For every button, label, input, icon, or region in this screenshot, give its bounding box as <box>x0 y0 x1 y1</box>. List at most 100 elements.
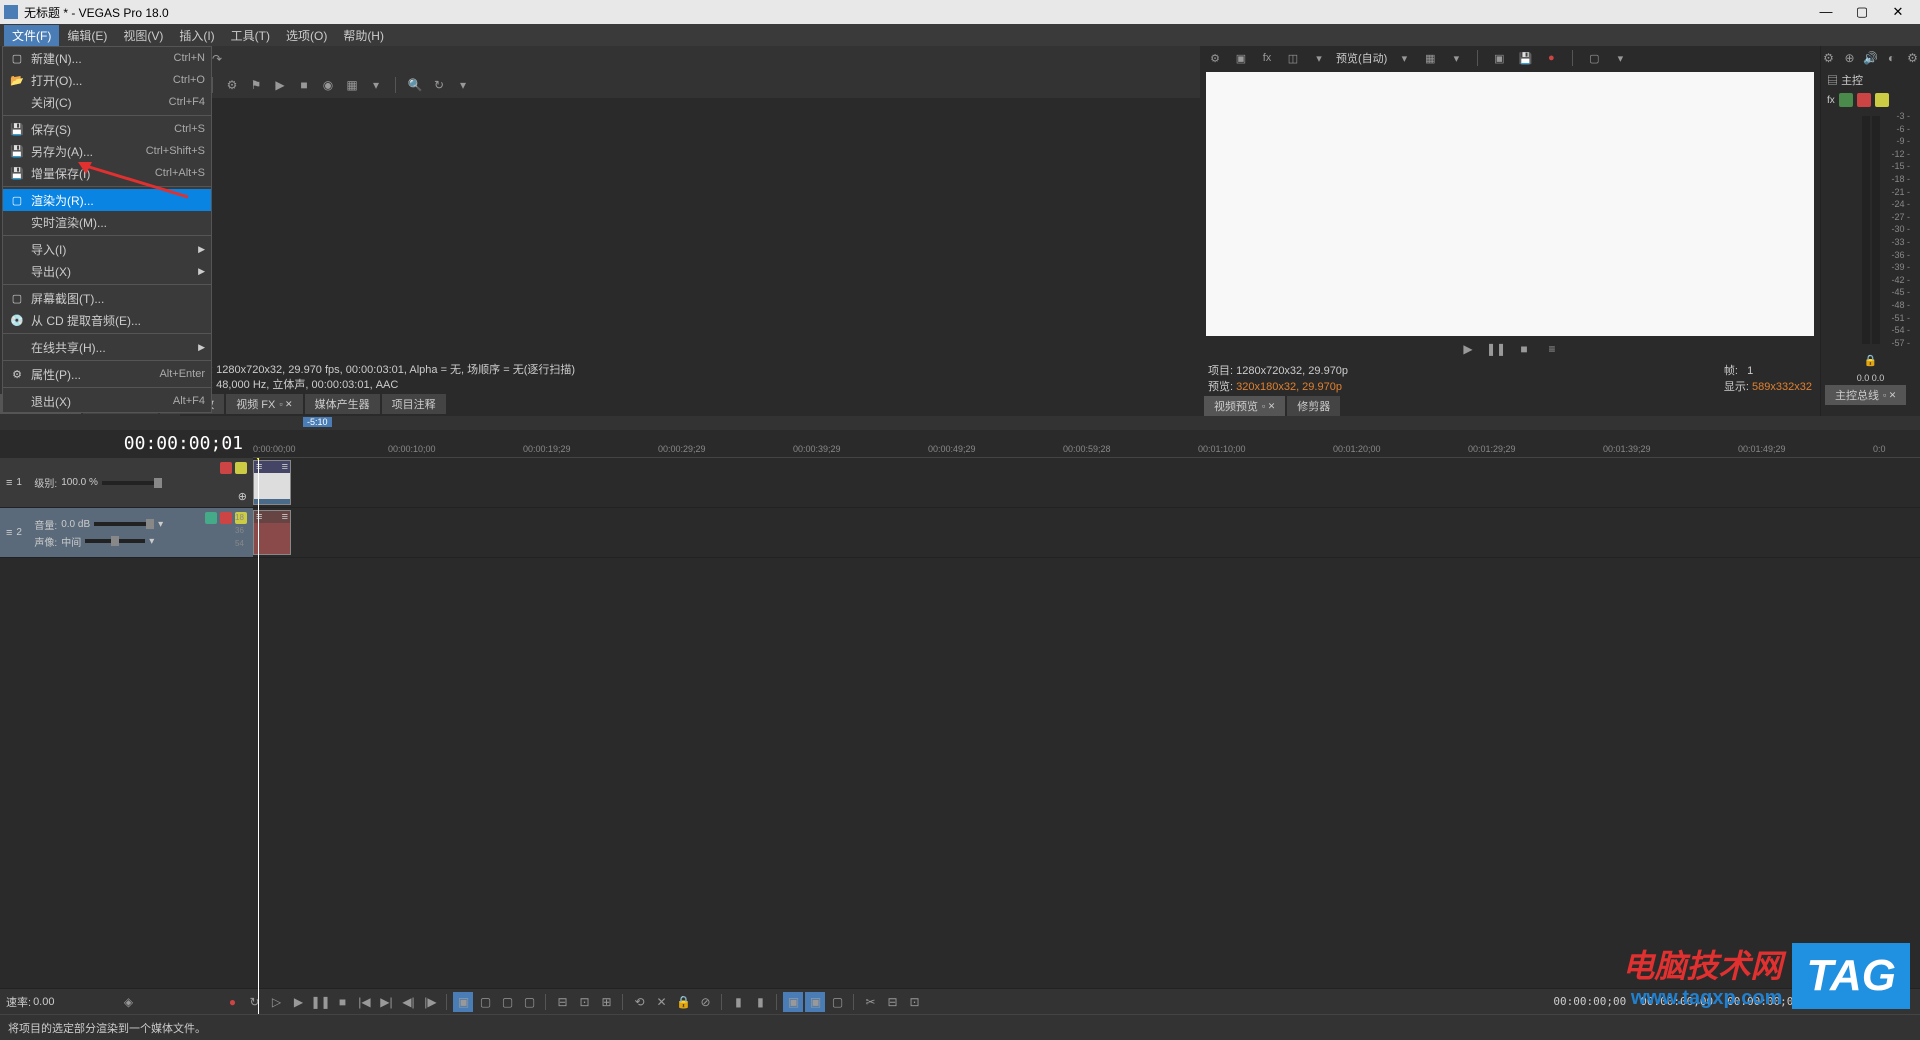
maximize-button[interactable]: ▢ <box>1854 4 1870 20</box>
tab-video-fx[interactable]: 视频 FX ▫ ✕ <box>226 394 302 414</box>
snap3-icon[interactable]: ⊞ <box>596 992 616 1012</box>
preview-pause-icon[interactable]: ❚❚ <box>1487 340 1505 358</box>
preview-overlay-icon[interactable]: ▢ <box>1585 49 1603 67</box>
mode3-icon[interactable]: ▢ <box>827 992 847 1012</box>
snap-icon[interactable]: ⊟ <box>552 992 572 1012</box>
track-fx-icon[interactable]: ⊕ <box>238 490 247 503</box>
menu-item[interactable]: ▢新建(N)...Ctrl+N <box>3 47 211 69</box>
preview-fx-icon[interactable]: fx <box>1258 49 1276 67</box>
tab-master-bus[interactable]: 主控总线 ▫ ✕ <box>1825 385 1906 405</box>
preview-record-icon[interactable]: ● <box>1542 49 1560 67</box>
preview-copy-icon[interactable]: ▣ <box>1490 49 1508 67</box>
rate-center-icon[interactable]: ◈ <box>118 992 138 1012</box>
timeline-ruler[interactable]: 0:00:00;0000:00:10;0000:00:19;2900:00:29… <box>253 430 1920 458</box>
dropdown-icon[interactable]: ▾ <box>367 76 385 94</box>
play-icon[interactable]: ▶ <box>288 992 308 1012</box>
track-menu-icon[interactable]: ≡ <box>6 527 12 539</box>
master-settings-icon[interactable]: ⚙ <box>1905 49 1920 67</box>
gear-icon[interactable]: ⚙ <box>223 76 241 94</box>
track-fx-icon[interactable] <box>205 512 217 524</box>
tc-in[interactable]: 00:00:00;00 <box>1547 995 1632 1008</box>
play-start-icon[interactable]: ▷ <box>266 992 286 1012</box>
tool-envelope-icon[interactable]: ▢ <box>475 992 495 1012</box>
menu-options[interactable]: 选项(O) <box>278 25 335 46</box>
menu-item[interactable]: 导出(X)▶ <box>3 260 211 282</box>
master-gear-icon[interactable]: ⚙ <box>1821 49 1836 67</box>
menu-item[interactable]: 关闭(C)Ctrl+F4 <box>3 91 211 113</box>
trim-icon[interactable]: ⊡ <box>904 992 924 1012</box>
loop-icon[interactable]: ↻ <box>244 992 264 1012</box>
volume-slider[interactable] <box>94 522 154 526</box>
preview-dd2-icon[interactable]: ▾ <box>1395 49 1413 67</box>
tool-zoom-icon[interactable]: ▢ <box>519 992 539 1012</box>
stop-icon[interactable]: ■ <box>332 992 352 1012</box>
prev-frame-icon[interactable]: ◀| <box>398 992 418 1012</box>
master-dim-icon[interactable]: ◐ <box>1884 49 1899 67</box>
mode1-icon[interactable]: ▣ <box>783 992 803 1012</box>
play-icon[interactable]: ▶ <box>271 76 289 94</box>
refresh-icon[interactable]: ↻ <box>430 76 448 94</box>
preview-menu-icon[interactable]: ≡ <box>1543 340 1561 358</box>
preview-dd4-icon[interactable]: ▾ <box>1611 49 1629 67</box>
tab-trimmer[interactable]: 修剪器 <box>1287 396 1340 416</box>
marker-icon[interactable]: ◉ <box>319 76 337 94</box>
menu-item[interactable]: 在线共享(H)...▶ <box>3 336 211 358</box>
go-end-icon[interactable]: ▶| <box>376 992 396 1012</box>
go-start-icon[interactable]: |◀ <box>354 992 374 1012</box>
menu-item[interactable]: 💾保存(S)Ctrl+S <box>3 118 211 140</box>
grid-icon[interactable]: ▦ <box>343 76 361 94</box>
menu-item[interactable]: ⚙属性(P)...Alt+Enter <box>3 363 211 385</box>
cut-icon[interactable]: ✂ <box>860 992 880 1012</box>
tab-notes[interactable]: 项目注释 <box>382 394 446 414</box>
track-solo-icon[interactable] <box>235 462 247 474</box>
menu-edit[interactable]: 编辑(E) <box>59 25 115 46</box>
marker1-icon[interactable]: ▮ <box>728 992 748 1012</box>
ignore-icon[interactable]: ⊘ <box>695 992 715 1012</box>
track-mute-icon[interactable] <box>220 462 232 474</box>
menu-item[interactable]: ▢渲染为(R)... <box>3 189 211 211</box>
preview-monitor-icon[interactable]: ▣ <box>1232 49 1250 67</box>
menu-file[interactable]: 文件(F) <box>4 25 59 46</box>
timeline-marker[interactable]: -5:10 <box>303 417 332 427</box>
track-mute-icon[interactable] <box>220 512 232 524</box>
menu-item[interactable]: 💿从 CD 提取音频(E)... <box>3 309 211 331</box>
marker2-icon[interactable]: ▮ <box>750 992 770 1012</box>
tool-select-icon[interactable]: ▢ <box>497 992 517 1012</box>
tab-media-gen[interactable]: 媒体产生器 <box>305 394 380 414</box>
master-fx2-icon[interactable] <box>1857 93 1871 107</box>
lock-icon[interactable]: 🔒 <box>1864 355 1878 367</box>
preview-dd3-icon[interactable]: ▾ <box>1447 49 1465 67</box>
minimize-button[interactable]: — <box>1818 4 1834 20</box>
next-frame-icon[interactable]: |▶ <box>420 992 440 1012</box>
split-icon[interactable]: ⊟ <box>882 992 902 1012</box>
menu-item[interactable]: 📂打开(O)...Ctrl+O <box>3 69 211 91</box>
level-slider[interactable] <box>102 481 162 485</box>
track-menu-icon[interactable]: ≡ <box>6 477 12 489</box>
more-icon[interactable]: ▾ <box>454 76 472 94</box>
mode2-icon[interactable]: ▣ <box>805 992 825 1012</box>
close-button[interactable]: ✕ <box>1890 4 1906 20</box>
menu-item[interactable]: 💾另存为(A)...Ctrl+Shift+S <box>3 140 211 162</box>
menu-item[interactable]: 导入(I)▶ <box>3 238 211 260</box>
tab-video-preview[interactable]: 视频预览 ▫ ✕ <box>1204 396 1285 416</box>
master-insert-icon[interactable]: ⊕ <box>1842 49 1857 67</box>
pan-slider[interactable] <box>85 539 145 543</box>
menu-item[interactable]: ▢屏幕截图(T)... <box>3 287 211 309</box>
menu-insert[interactable]: 插入(I) <box>171 25 222 46</box>
preview-quality-label[interactable]: 预览(自动) <box>1336 50 1387 66</box>
preview-grid-icon[interactable]: ▦ <box>1421 49 1439 67</box>
preview-play-icon[interactable]: ▶ <box>1459 340 1477 358</box>
autocrossfade-icon[interactable]: ✕ <box>651 992 671 1012</box>
zoom-icon[interactable]: 🔍 <box>406 76 424 94</box>
autoripple-icon[interactable]: ⟲ <box>629 992 649 1012</box>
flag-icon[interactable]: ⚑ <box>247 76 265 94</box>
menu-item[interactable]: 退出(X)Alt+F4 <box>3 390 211 412</box>
stop-icon[interactable]: ■ <box>295 76 313 94</box>
menu-help[interactable]: 帮助(H) <box>335 25 392 46</box>
tool-normal-icon[interactable]: ▣ <box>453 992 473 1012</box>
master-fx-icon[interactable]: fx <box>1827 95 1835 106</box>
menu-view[interactable]: 视图(V) <box>115 25 171 46</box>
menu-tools[interactable]: 工具(T) <box>223 25 278 46</box>
lock-icon[interactable]: 🔒 <box>673 992 693 1012</box>
preview-save-icon[interactable]: 💾 <box>1516 49 1534 67</box>
